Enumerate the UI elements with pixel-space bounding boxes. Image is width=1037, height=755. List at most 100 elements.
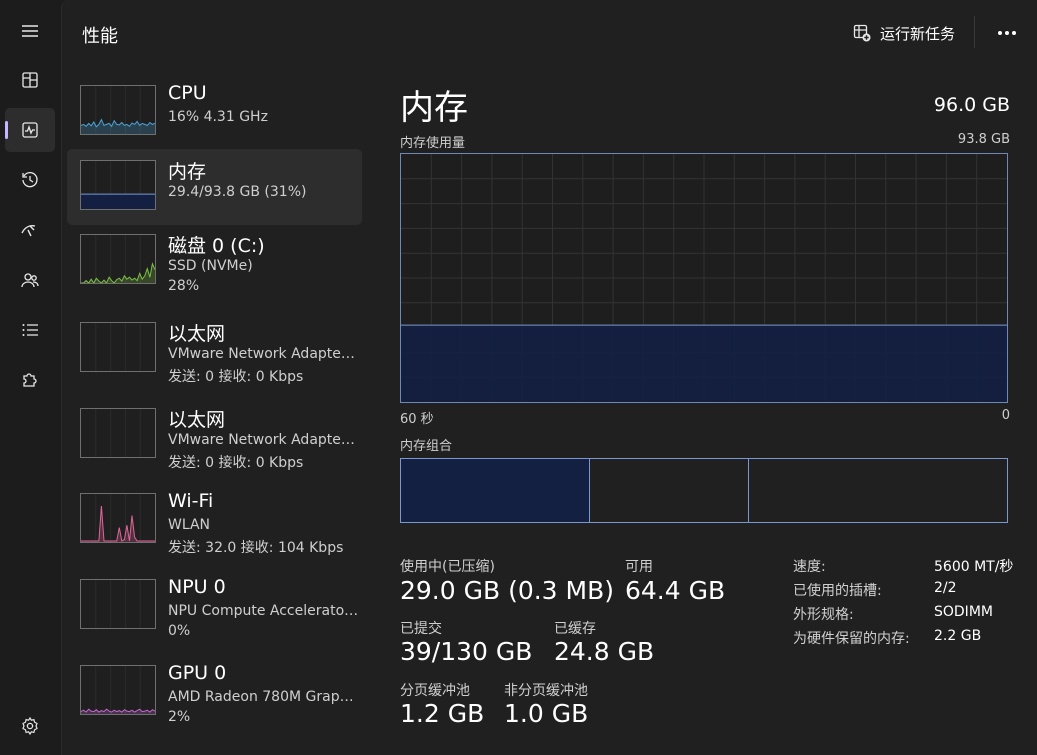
device-item-npu[interactable]: NPU 0 NPU Compute Accelerator Device 0%: [67, 568, 362, 644]
axis-left-label: 60 秒: [400, 412, 434, 427]
composition-label: 内存组合: [400, 439, 453, 454]
nav-startup-apps[interactable]: [5, 208, 55, 252]
page-title: 性能: [82, 26, 118, 47]
thumb-series-area: [81, 119, 155, 134]
thumb-series-line: [81, 505, 155, 542]
device-item-cpu[interactable]: CPU 16% 4.31 GHz: [67, 74, 362, 150]
device-detail-line2: 发送: 0 接收: 0 Kbps: [168, 369, 304, 385]
device-graph-plot: [81, 235, 155, 283]
device-detail-line1: SSD (NVMe): [168, 258, 253, 274]
device-thumbnail-graph: [80, 85, 156, 135]
device-graph-plot: [81, 86, 155, 134]
nav-services[interactable]: [5, 358, 55, 402]
in-use-label: 使用中(已压缩): [400, 559, 495, 575]
nav-rail: [0, 0, 60, 755]
composition-divider: [748, 459, 750, 522]
form-factor-label: 外形规格:: [793, 607, 854, 623]
detail-title: 内存: [400, 88, 468, 128]
composition-divider: [588, 459, 590, 522]
device-graph-plot: [81, 666, 155, 714]
committed-label: 已提交: [400, 621, 442, 637]
device-item-disk[interactable]: 磁盘 0 (C:) SSD (NVMe) 28%: [67, 223, 362, 299]
nav-processes[interactable]: [5, 58, 55, 102]
device-graph-plot: [95, 580, 141, 628]
device-graph-plot: [95, 409, 141, 457]
device-thumbnail-graph: [80, 579, 156, 629]
device-item-ethernet[interactable]: 以太网VMware Network Adapter VMnet1 发送: 0 接收…: [67, 311, 362, 387]
nav-users[interactable]: [5, 258, 55, 302]
more-options-button[interactable]: [992, 20, 1022, 46]
nav-details[interactable]: [5, 308, 55, 352]
hardware-reserved-value: 2.2 GB: [934, 628, 982, 644]
device-thumbnail-graph: [80, 234, 156, 284]
composition-in-use[interactable]: [401, 459, 589, 522]
cached-label: 已缓存: [554, 621, 596, 637]
device-detail-line2: 发送: 32.0 接收: 104 Kbps: [168, 540, 344, 556]
processes-grid-icon: [22, 72, 38, 88]
axis-right-label: 0: [1001, 408, 1010, 423]
device-detail-line1: VMware Network Adapter VMnet8: [168, 432, 360, 448]
run-new-task-icon: [853, 24, 871, 42]
nav-app-history[interactable]: [5, 158, 55, 202]
device-graph-plot: [81, 494, 155, 542]
thumb-series-area: [81, 194, 155, 209]
usage-graph-max: 93.8 GB: [957, 132, 1010, 147]
memory-usage-plot: [401, 154, 1007, 402]
device-item-wifi[interactable]: Wi-Fi WLAN 发送: 32.0 接收: 104 Kbps: [67, 482, 362, 558]
device-detail-line1: WLAN: [168, 517, 211, 533]
device-detail-line2: 28%: [168, 278, 200, 294]
memory-usage-graph: [400, 153, 1008, 403]
nav-settings[interactable]: [5, 704, 55, 748]
header-divider: [974, 16, 975, 48]
paged-pool-value: 1.2 GB: [400, 699, 485, 728]
device-detail-line2: 0%: [168, 623, 191, 639]
nav-performance[interactable]: [5, 108, 55, 152]
run-new-task-label: 运行新任务: [880, 24, 956, 43]
detail-total: 96.0 GB: [933, 94, 1010, 116]
device-name: GPU 0: [168, 662, 227, 684]
slots-used-label: 已使用的插槽:: [793, 583, 882, 599]
device-item-gpu[interactable]: GPU 0 AMD Radeon 780M Graphics 2%: [67, 654, 362, 730]
usage-area: [401, 325, 1007, 402]
device-name: Wi-Fi: [168, 490, 214, 512]
hamburger-menu-icon: [22, 25, 38, 37]
committed-value: 39/130 GB: [400, 637, 533, 666]
settings-gear-icon: [22, 716, 38, 736]
form-factor-value: SODIMM: [934, 604, 993, 620]
available-value: 64.4 GB: [625, 576, 726, 605]
device-name: 磁盘 0 (C:): [168, 235, 265, 257]
memory-composition-bar: [400, 458, 1008, 523]
device-thumbnail-graph: [80, 160, 156, 210]
device-detail-line1: 16% 4.31 GHz: [168, 109, 268, 125]
device-name: 以太网: [168, 323, 226, 345]
device-name: 内存: [168, 161, 207, 183]
header: 性能 运行新任务: [62, 0, 1037, 66]
memory-detail-panel: 内存 96.0 GB 内存使用量 93.8 GB 60 秒 0 内存组合 使用中…: [400, 74, 1014, 754]
hamburger-menu-button[interactable]: [5, 9, 55, 53]
device-detail-line2: 发送: 0 接收: 0 Kbps: [168, 455, 304, 471]
device-detail-line1: 29.4/93.8 GB (31%): [168, 184, 307, 200]
nonpaged-pool-value: 1.0 GB: [504, 699, 589, 728]
hardware-reserved-label: 为硬件保留的内存:: [793, 631, 910, 647]
device-item-ethernet[interactable]: 以太网VMware Network Adapter VMnet8 发送: 0 接收…: [67, 397, 362, 473]
more-dots-icon: [998, 31, 1002, 35]
paged-pool-label: 分页缓冲池: [400, 683, 470, 699]
cached-value: 24.8 GB: [554, 637, 655, 666]
device-name: CPU: [168, 82, 207, 104]
device-detail-line1: AMD Radeon 780M Graphics: [168, 689, 360, 705]
app-history-icon: [22, 172, 38, 188]
device-graph-plot: [81, 161, 155, 209]
usage-graph-label: 内存使用量: [400, 136, 466, 151]
device-thumbnail-graph: [80, 493, 156, 543]
device-thumbnail-graph: [80, 322, 156, 372]
nonpaged-pool-label: 非分页缓冲池: [504, 683, 588, 699]
device-item-memory[interactable]: 内存 29.4/93.8 GB (31%): [67, 149, 362, 225]
details-list-icon: [22, 324, 38, 336]
speed-value: 5600 MT/秒: [934, 559, 1014, 575]
run-new-task-button[interactable]: 运行新任务: [852, 20, 955, 46]
device-graph-plot: [95, 323, 141, 371]
device-name: NPU 0: [168, 576, 226, 598]
performance-chart-icon: [22, 122, 38, 138]
device-detail-line1: NPU Compute Accelerator Device: [168, 603, 360, 619]
available-label: 可用: [625, 559, 653, 575]
